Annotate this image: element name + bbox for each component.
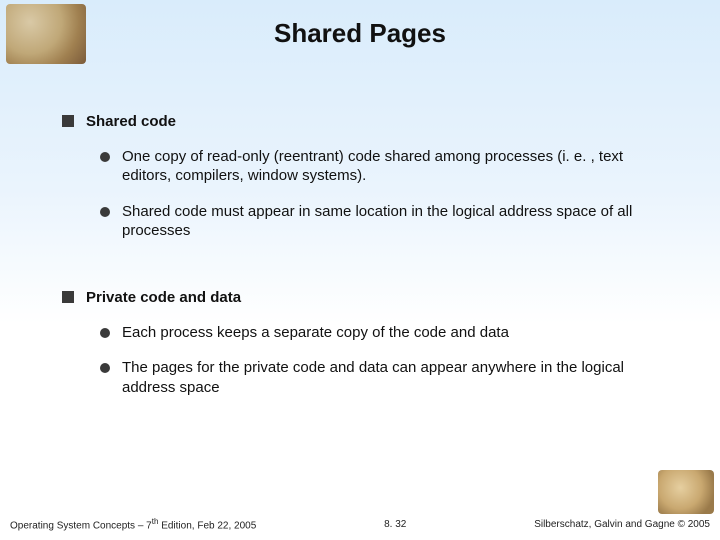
- dinosaur-logo-icon: [6, 4, 86, 64]
- slide-title: Shared Pages: [0, 0, 720, 49]
- circle-bullet-icon: [100, 363, 110, 373]
- heading-shared-code: Shared code: [86, 112, 176, 131]
- slide-body: Shared code One copy of read-only (reent…: [0, 70, 720, 397]
- slide-header: Shared Pages: [0, 0, 720, 70]
- circle-bullet-icon: [100, 207, 110, 217]
- sub-bullet: The pages for the private code and data …: [100, 358, 680, 396]
- dinosaur-small-logo-icon: [658, 470, 714, 514]
- footer-right: Silberschatz, Galvin and Gagne © 2005: [534, 519, 710, 530]
- footer-left-pre: Operating System Concepts – 7: [10, 520, 152, 531]
- bullet-shared-code: Shared code: [62, 112, 680, 131]
- square-bullet-icon: [62, 115, 74, 127]
- sub-bullet-text: The pages for the private code and data …: [122, 358, 650, 396]
- sub-bullet: Shared code must appear in same location…: [100, 202, 680, 240]
- circle-bullet-icon: [100, 328, 110, 338]
- slide-footer: Operating System Concepts – 7th Edition,…: [0, 514, 720, 540]
- footer-left-post: Edition, Feb 22, 2005: [158, 520, 256, 531]
- sub-bullet: Each process keeps a separate copy of th…: [100, 323, 680, 342]
- circle-bullet-icon: [100, 152, 110, 162]
- sub-bullet: One copy of read-only (reentrant) code s…: [100, 147, 680, 185]
- sub-bullet-text: Each process keeps a separate copy of th…: [122, 323, 509, 342]
- heading-private-code: Private code and data: [86, 288, 241, 307]
- footer-center: 8. 32: [256, 519, 534, 530]
- footer-left: Operating System Concepts – 7th Edition,…: [10, 517, 256, 531]
- sub-bullet-text: Shared code must appear in same location…: [122, 202, 650, 240]
- sub-bullet-text: One copy of read-only (reentrant) code s…: [122, 147, 650, 185]
- square-bullet-icon: [62, 291, 74, 303]
- bullet-private-code: Private code and data: [62, 288, 680, 307]
